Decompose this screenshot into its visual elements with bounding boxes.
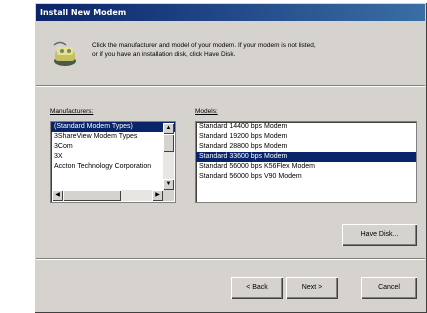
manufacturers-list[interactable]: (Standard Modem Types) 3ShareView Modem T… [50,121,176,203]
scroll-thumb[interactable] [163,134,174,152]
have-disk-button[interactable]: Have Disk... [342,224,417,246]
manufacturers-list-item[interactable]: 3X [51,152,175,162]
footer-divider [36,258,425,260]
manufacturers-list-item[interactable]: Accton Technology Corporation [51,162,175,172]
scroll-left-arrow-icon[interactable]: ◀ [52,190,63,201]
models-list-item[interactable]: Standard 14400 bps Modem [196,122,416,132]
next-button[interactable]: Next > [286,277,338,299]
manufacturers-horizontal-scrollbar[interactable]: ◀ ▶ [52,190,163,201]
instructions-text: Click the manufacturer and model of your… [92,41,422,59]
models-list-item[interactable]: Standard 19200 bps Modem [196,132,416,142]
scroll-down-arrow-icon[interactable]: ▼ [163,179,174,190]
scroll-right-arrow-icon[interactable]: ▶ [152,190,163,201]
back-button[interactable]: < Back [231,277,283,299]
scroll-thumb-horizontal[interactable] [63,190,121,201]
manufacturers-list-item[interactable]: 3ShareView Modem Types [51,132,175,142]
scrollbar-corner [163,190,174,201]
manufacturers-list-item[interactable]: 3Com [51,142,175,152]
models-list-item[interactable]: Standard 56000 bps V90 Modem [196,172,416,182]
title-bar: Install New Modem [36,4,425,21]
instructions-line-2: or if you have an installation disk, cli… [92,51,236,58]
manufacturers-label: Manufacturers: [50,108,94,115]
models-list-item[interactable]: Standard 28800 bps Modem [196,142,416,152]
install-new-modem-dialog: Install New Modem Click the manufacturer… [34,2,427,313]
header-divider [36,85,425,87]
manufacturers-list-item[interactable]: (Standard Modem Types) [51,122,175,132]
manufacturers-vertical-scrollbar[interactable]: ▲ ▼ [163,123,174,190]
models-list[interactable]: Standard 14400 bps Modem Standard 19200 b… [195,121,417,203]
models-list-item[interactable]: Standard 56000 bps K56Flex Modem [196,162,416,172]
models-list-item[interactable]: Standard 33600 bps Modem [196,152,416,162]
models-label: Models: [195,108,218,115]
scroll-up-arrow-icon[interactable]: ▲ [163,123,174,134]
wizard-header: Click the manufacturer and model of your… [36,21,425,85]
cancel-button[interactable]: Cancel [361,277,417,299]
instructions-line-1: Click the manufacturer and model of your… [92,42,316,49]
modem-install-icon [50,39,80,69]
